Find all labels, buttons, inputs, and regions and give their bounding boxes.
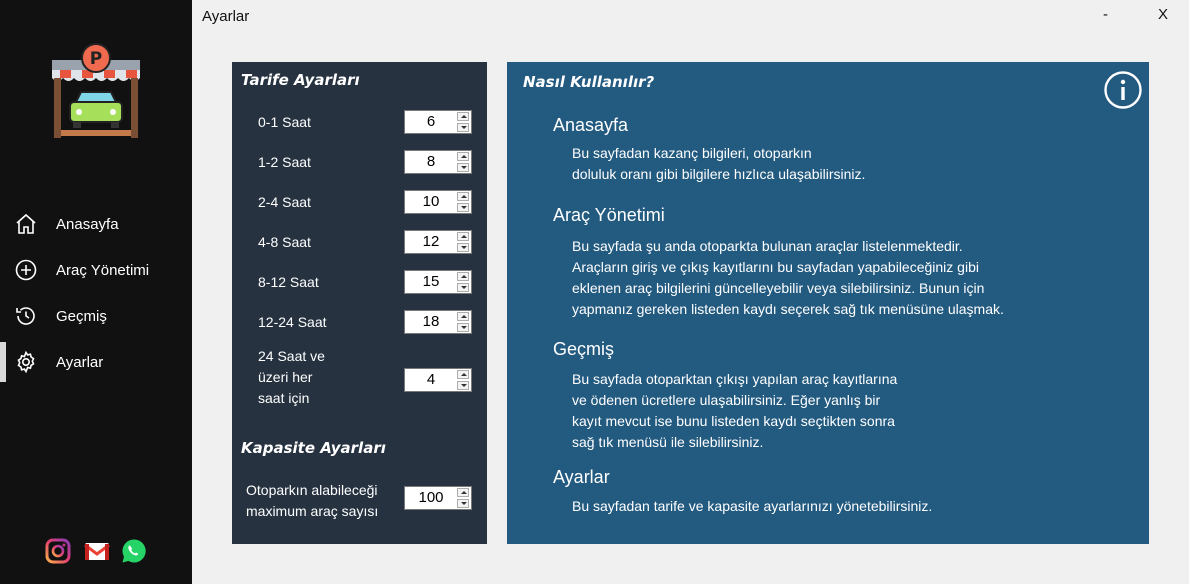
capacity-value[interactable]: 100	[405, 487, 457, 509]
help-heading: Anasayfa	[553, 115, 629, 135]
rate-label-line: üzeri her	[258, 369, 313, 385]
decrement-arrow-icon[interactable]	[457, 203, 469, 212]
parking-garage-icon: P	[52, 43, 140, 138]
rate-label-line: 24 Saat ve	[258, 348, 325, 364]
sidebar-item-label: Anasayfa	[56, 215, 119, 233]
sidebar-item-arac-yonetimi[interactable]: Araç Yönetimi	[0, 250, 192, 290]
decrement-arrow-icon[interactable]	[457, 123, 469, 132]
rate-spinner[interactable]: 6	[404, 110, 472, 134]
help-heading: Geçmiş	[553, 339, 615, 359]
capacity-label-line: maximum araç sayısı	[246, 503, 379, 519]
decrement-arrow-icon[interactable]	[457, 323, 469, 332]
tariff-settings-panel: Tarife Ayarları 0-1 Saat 6 1-2 Saat 8 2-…	[232, 62, 487, 544]
help-text: Bu sayfada otoparktan çıkışı yapılan ara…	[572, 371, 898, 450]
plus-circle-icon	[15, 259, 37, 281]
rate-spinner-over24[interactable]: 4	[404, 368, 472, 392]
sidebar-item-gecmis[interactable]: Geçmiş	[0, 296, 192, 336]
rate-label: 1-2 Saat	[258, 154, 311, 170]
window-title: Ayarlar	[202, 8, 250, 25]
history-icon	[16, 307, 35, 325]
rate-label: 2-4 Saat	[258, 194, 311, 210]
capacity-spinner[interactable]: 100	[404, 486, 472, 510]
sidebar-item-label: Geçmiş	[56, 307, 107, 325]
decrement-arrow-icon[interactable]	[457, 283, 469, 292]
rate-spinner[interactable]: 8	[404, 150, 472, 174]
gear-icon	[17, 350, 35, 374]
help-title: Nasıl Kullanılır?	[523, 73, 655, 91]
rate-spinner[interactable]: 15	[404, 270, 472, 294]
increment-arrow-icon[interactable]	[457, 192, 469, 201]
capacity-label: Otoparkın alabileceği maximum araç sayıs…	[246, 480, 378, 522]
capacity-label-line: Otoparkın alabileceği	[246, 482, 378, 498]
increment-arrow-icon[interactable]	[457, 370, 469, 379]
minimize-button[interactable]: -	[1103, 6, 1108, 23]
rate-label-over24: 24 Saat ve üzeri her saat için	[258, 346, 325, 409]
help-text: Bu sayfadan kazanç bilgileri, otoparkın …	[572, 145, 866, 182]
whatsapp-icon[interactable]	[121, 538, 147, 564]
increment-arrow-icon[interactable]	[457, 272, 469, 281]
rate-value[interactable]: 6	[405, 111, 457, 133]
decrement-arrow-icon[interactable]	[457, 499, 469, 508]
rate-value[interactable]: 12	[405, 231, 457, 253]
rate-value[interactable]: 15	[405, 271, 457, 293]
help-panel: Nasıl Kullanılır? Anasayfa Bu sayfadan k…	[507, 62, 1149, 544]
rate-value[interactable]: 4	[405, 369, 457, 391]
help-text: Bu sayfadan tarife ve kapasite ayarların…	[572, 498, 933, 514]
rate-value[interactable]: 18	[405, 311, 457, 333]
sidebar-item-label: Ayarlar	[56, 353, 104, 371]
rate-spinner[interactable]: 10	[404, 190, 472, 214]
rate-label: 8-12 Saat	[258, 274, 319, 290]
svg-text:P: P	[90, 49, 102, 69]
decrement-arrow-icon[interactable]	[457, 381, 469, 390]
instagram-icon[interactable]	[45, 538, 71, 564]
decrement-arrow-icon[interactable]	[457, 243, 469, 252]
increment-arrow-icon[interactable]	[457, 112, 469, 121]
sidebar-item-anasayfa[interactable]: Anasayfa	[0, 204, 192, 244]
rate-label-line: saat için	[258, 390, 310, 406]
capacity-title: Kapasite Ayarları	[241, 439, 386, 457]
increment-arrow-icon[interactable]	[457, 232, 469, 241]
sidebar-item-ayarlar[interactable]: Ayarlar	[0, 342, 192, 382]
help-heading: Araç Yönetimi	[553, 205, 665, 225]
tariff-title: Tarife Ayarları	[241, 71, 360, 89]
help-heading: Ayarlar	[553, 467, 610, 487]
sidebar: P Anasayfa Araç Yönetimi Geçmiş Ayarlar	[0, 0, 192, 584]
increment-arrow-icon[interactable]	[457, 152, 469, 161]
rate-label: 4-8 Saat	[258, 234, 311, 250]
sidebar-item-label: Araç Yönetimi	[56, 261, 150, 279]
increment-arrow-icon[interactable]	[457, 488, 469, 497]
close-button[interactable]: X	[1158, 6, 1168, 23]
rate-label: 12-24 Saat	[258, 314, 327, 330]
rate-value[interactable]: 8	[405, 151, 457, 173]
rate-label: 0-1 Saat	[258, 114, 311, 130]
gmail-icon[interactable]	[84, 538, 110, 564]
rate-spinner[interactable]: 18	[404, 310, 472, 334]
decrement-arrow-icon[interactable]	[457, 163, 469, 172]
info-icon[interactable]	[1103, 70, 1143, 110]
increment-arrow-icon[interactable]	[457, 312, 469, 321]
rate-value[interactable]: 10	[405, 191, 457, 213]
home-icon	[16, 213, 36, 234]
rate-spinner[interactable]: 12	[404, 230, 472, 254]
help-text: Bu sayfada şu anda otoparkta bulunan ara…	[572, 238, 1004, 317]
